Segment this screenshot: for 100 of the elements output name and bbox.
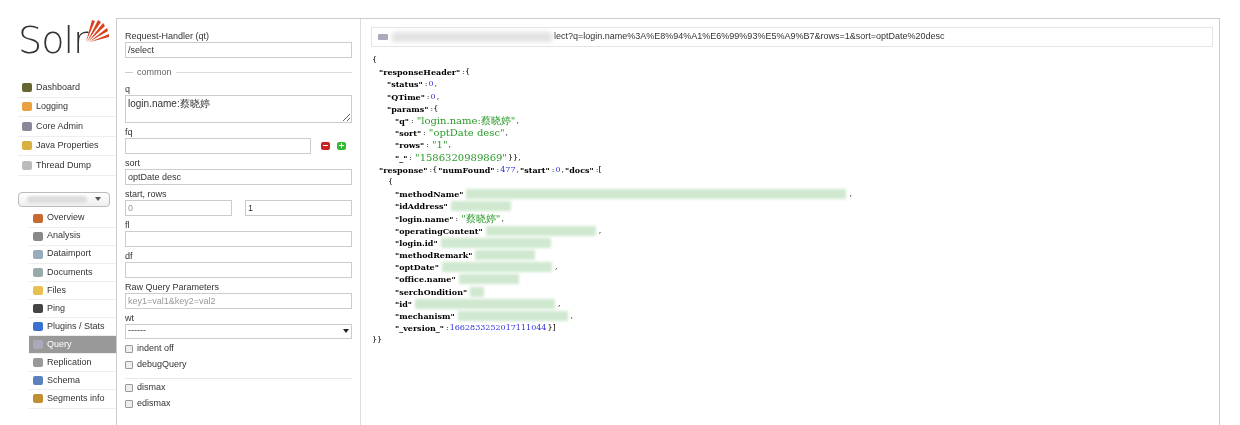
json-key: "params" <box>387 102 430 115</box>
json-string: "蔡晓婷" <box>461 212 501 225</box>
json-key: "status" <box>387 78 424 91</box>
json-key: "sort" <box>395 127 423 140</box>
json-number: 0 <box>428 78 434 91</box>
checkbox-label: debugQuery <box>137 357 187 371</box>
nav-item[interactable]: Files <box>29 281 116 300</box>
json-punctuation: { <box>387 175 395 188</box>
request-url[interactable]: lect?q=login.name%3A%E8%94%A1%E6%99%93%E5%A9%B7&rows=1&sort=optDate%20desc <box>554 30 945 44</box>
select-field[interactable]: ------ <box>125 323 352 339</box>
input-field[interactable]: optDate desc <box>125 168 352 185</box>
nav-item[interactable]: Segments info <box>29 390 116 409</box>
json-punctuation: : <box>495 163 500 176</box>
json-string: "login.name:蔡晓婷" <box>416 115 516 128</box>
json-punctuation: }}, <box>506 151 522 164</box>
json-punctuation: :[ <box>594 163 603 176</box>
input-field[interactable] <box>125 230 352 247</box>
json-punctuation: , <box>500 212 505 225</box>
remove-icon[interactable] <box>321 141 330 150</box>
nav-item[interactable]: Documents <box>29 263 116 282</box>
json-punctuation: : <box>423 78 429 91</box>
nav-item[interactable]: Ping <box>29 299 116 319</box>
nav-item[interactable]: Thread Dump <box>18 156 116 176</box>
json-punctuation: : <box>422 127 427 140</box>
nav-item[interactable]: Java Properties <box>18 136 116 156</box>
input-field[interactable] <box>125 137 311 154</box>
nav-item[interactable]: Dataimport <box>29 245 116 264</box>
json-key: "login.id" <box>395 236 439 249</box>
json-punctuation: , <box>515 115 520 128</box>
input-field[interactable]: 0 <box>125 199 232 216</box>
nav-item[interactable]: Logging <box>18 97 116 117</box>
json-key: "methodRemark" <box>395 249 474 262</box>
json-punctuation: , <box>504 127 510 140</box>
json-key: "office.name" <box>395 273 457 286</box>
json-key: "id" <box>395 297 413 310</box>
solr-logo-text: Solr <box>18 18 88 62</box>
json-string: "1" <box>432 139 448 152</box>
checkbox-label: indent off <box>137 341 174 355</box>
json-punctuation: : <box>409 115 415 128</box>
field-label: df <box>125 250 134 262</box>
json-punctuation: , <box>433 78 439 91</box>
checkbox[interactable] <box>125 399 133 408</box>
nav-item[interactable]: Analysis <box>29 227 116 246</box>
add-icon[interactable] <box>337 141 346 150</box>
caret-icon <box>95 197 101 201</box>
checkbox-label: edismax <box>137 396 171 410</box>
field-label: start, rows <box>125 188 168 200</box>
checkbox[interactable] <box>125 360 133 369</box>
nav-item[interactable]: Overview <box>29 209 116 228</box>
json-key: "start" <box>520 163 551 176</box>
json-number: 1662833252017111044 <box>449 322 547 335</box>
json-key: "methodName" <box>395 188 465 201</box>
field-label: wt <box>125 312 135 324</box>
json-punctuation: : <box>550 163 556 176</box>
json-punctuation: : <box>454 212 460 225</box>
json-key: "mechanism" <box>395 310 456 323</box>
nav-item[interactable]: Core Admin <box>18 117 116 137</box>
json-punctuation: , <box>556 297 562 310</box>
input-field[interactable]: key1=val1&key2=val2 <box>125 292 352 309</box>
json-punctuation: : <box>425 90 431 103</box>
nav-item[interactable]: Schema <box>29 372 116 391</box>
nav-item[interactable]: Dashboard <box>18 78 116 98</box>
json-punctuation: , <box>435 90 441 103</box>
json-key: "numFound" <box>438 163 496 176</box>
json-punctuation: :{ <box>461 66 471 79</box>
field-label: sort <box>125 157 141 169</box>
json-key: "responseHeader" <box>379 66 462 79</box>
input-field[interactable]: /select <box>125 42 352 58</box>
json-punctuation: }} <box>371 334 384 347</box>
json-punctuation: :{ <box>428 163 439 176</box>
input-field[interactable] <box>125 261 352 278</box>
json-key: "login.name" <box>395 212 455 225</box>
json-key: "QTime" <box>387 90 426 103</box>
nav-item[interactable]: Replication <box>29 354 116 373</box>
json-punctuation: , <box>560 163 565 176</box>
json-punctuation: , <box>553 261 559 274</box>
core-selector[interactable] <box>18 191 110 207</box>
json-key: "rows" <box>395 139 426 152</box>
json-string: "1586320989869" <box>415 151 507 164</box>
url-bar[interactable]: lect?q=login.name%3A%E8%94%A1%E6%99%93%E5%A9%B7&rows=1&sort=optDate%20desc <box>371 27 1213 47</box>
input-field[interactable]: 1 <box>245 199 352 216</box>
redacted-block <box>27 195 87 203</box>
json-number: 0 <box>555 163 561 176</box>
checkbox[interactable] <box>125 383 133 392</box>
json-punctuation: :{ <box>429 102 440 115</box>
json-key: "serchOndition" <box>395 285 469 298</box>
field-label: Raw Query Parameters <box>125 281 221 293</box>
checkbox[interactable] <box>125 344 133 353</box>
json-key: "response" <box>379 163 429 176</box>
json-punctuation: : <box>425 139 430 152</box>
field-label: q <box>125 83 131 95</box>
json-number: 0 <box>430 90 436 103</box>
json-number: 477 <box>500 163 516 176</box>
json-key: "idAddress" <box>395 200 449 213</box>
json-key: "docs" <box>565 163 595 176</box>
json-punctuation: : <box>408 151 414 164</box>
field-label: fl <box>125 219 131 231</box>
section-legend: common <box>137 66 172 80</box>
query-textarea[interactable]: login.name:蔡晓婷 <box>125 94 352 123</box>
field-label: fq <box>125 126 134 138</box>
